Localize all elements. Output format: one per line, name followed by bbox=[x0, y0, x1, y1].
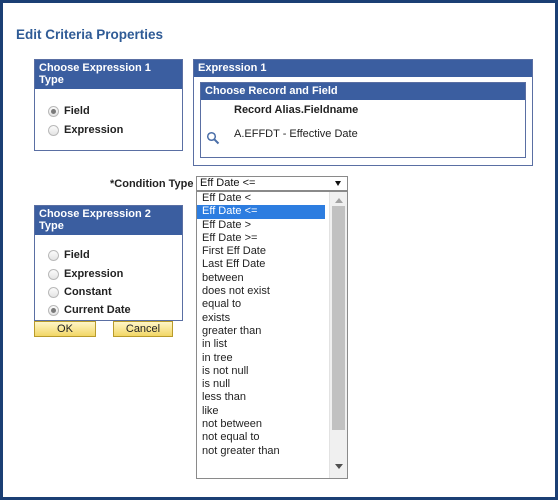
expr2-option-constant[interactable]: Constant bbox=[48, 286, 112, 298]
radio-current-date-expr2[interactable] bbox=[48, 304, 59, 316]
dialog-frame: Edit Criteria Properties Choose Expressi… bbox=[0, 0, 558, 500]
chevron-down-icon[interactable] bbox=[335, 181, 341, 186]
condition-type-selected-value: Eff Date <= bbox=[200, 177, 256, 189]
expr2-option-constant-label: Constant bbox=[64, 286, 112, 298]
dropdown-option[interactable]: in tree bbox=[197, 352, 325, 365]
scroll-up-icon[interactable] bbox=[335, 198, 343, 203]
dropdown-option[interactable]: equal to bbox=[197, 298, 325, 311]
dropdown-option[interactable]: Last Eff Date bbox=[197, 258, 325, 271]
scroll-down-icon[interactable] bbox=[335, 464, 343, 469]
dropdown-option[interactable]: greater than bbox=[197, 325, 325, 338]
dropdown-option[interactable]: Eff Date > bbox=[197, 219, 325, 232]
radio-field-expr1[interactable] bbox=[48, 105, 59, 117]
condition-type-select[interactable]: Eff Date <= bbox=[196, 176, 348, 191]
expr1-option-expression[interactable]: Expression bbox=[48, 124, 123, 136]
dropdown-option[interactable]: does not exist bbox=[197, 285, 325, 298]
expr2-option-field-label: Field bbox=[64, 249, 90, 261]
condition-type-label: *Condition Type bbox=[110, 178, 194, 190]
condition-options: Eff Date < Eff Date <= Eff Date > Eff Date … bbox=[197, 192, 347, 458]
condition-type-dropdown-list[interactable]: Eff Date < Eff Date <= Eff Date > Eff Date … bbox=[196, 191, 348, 479]
dropdown-option[interactable]: less than bbox=[197, 391, 325, 404]
dropdown-option[interactable]: exists bbox=[197, 312, 325, 325]
cancel-button[interactable]: Cancel bbox=[113, 321, 173, 337]
dropdown-option[interactable]: Eff Date < bbox=[197, 192, 325, 205]
dropdown-option[interactable]: Eff Date <= bbox=[197, 205, 325, 219]
expression1-panel: Expression 1 Choose Record and Field Rec… bbox=[193, 59, 533, 166]
dropdown-option[interactable]: First Eff Date bbox=[197, 245, 325, 258]
record-field-value: A.EFFDT - Effective Date bbox=[234, 128, 358, 140]
expr1-option-field-label: Field bbox=[64, 105, 90, 117]
expr1-option-expression-label: Expression bbox=[64, 124, 124, 136]
dropdown-scrollbar[interactable] bbox=[329, 192, 347, 478]
dropdown-option[interactable]: in list bbox=[197, 338, 325, 351]
expr2-option-expression-label: Expression bbox=[64, 268, 124, 280]
expr1-type-panel: Choose Expression 1 Type Field Expressio… bbox=[34, 59, 183, 151]
dropdown-option[interactable]: like bbox=[197, 405, 325, 418]
expr2-type-panel: Choose Expression 2 Type Field Expressio… bbox=[34, 205, 183, 321]
dropdown-option[interactable]: Eff Date >= bbox=[197, 232, 325, 245]
choose-record-field-panel: Choose Record and Field Record Alias.Fie… bbox=[200, 82, 526, 158]
dialog-title: Edit Criteria Properties bbox=[16, 27, 164, 42]
radio-constant-expr2[interactable] bbox=[48, 286, 59, 298]
expr1-type-header: Choose Expression 1 Type bbox=[35, 60, 182, 89]
expr1-option-field[interactable]: Field bbox=[48, 105, 90, 117]
scrollbar-thumb[interactable] bbox=[332, 206, 345, 430]
expr2-option-current-date[interactable]: Current Date bbox=[48, 304, 131, 316]
expression1-header: Expression 1 bbox=[194, 60, 532, 77]
radio-field-expr2[interactable] bbox=[48, 249, 59, 261]
dropdown-option[interactable]: is not null bbox=[197, 365, 325, 378]
choose-record-field-header: Choose Record and Field bbox=[201, 83, 525, 100]
dropdown-option[interactable]: not between bbox=[197, 418, 325, 431]
ok-button[interactable]: OK bbox=[34, 321, 96, 337]
expr2-option-expression[interactable]: Expression bbox=[48, 268, 123, 280]
magnifier-icon[interactable] bbox=[206, 131, 220, 145]
expr2-option-field[interactable]: Field bbox=[48, 249, 90, 261]
dropdown-option[interactable]: is null bbox=[197, 378, 325, 391]
dropdown-option[interactable]: not equal to bbox=[197, 431, 325, 444]
radio-expression-expr1[interactable] bbox=[48, 124, 59, 136]
radio-expression-expr2[interactable] bbox=[48, 268, 59, 280]
expr2-option-current-date-label: Current Date bbox=[64, 304, 131, 316]
dropdown-option[interactable]: between bbox=[197, 272, 325, 285]
record-field-column-label: Record Alias.Fieldname bbox=[234, 104, 359, 116]
dropdown-option[interactable]: not greater than bbox=[197, 445, 325, 458]
expr2-type-header: Choose Expression 2 Type bbox=[35, 206, 182, 235]
